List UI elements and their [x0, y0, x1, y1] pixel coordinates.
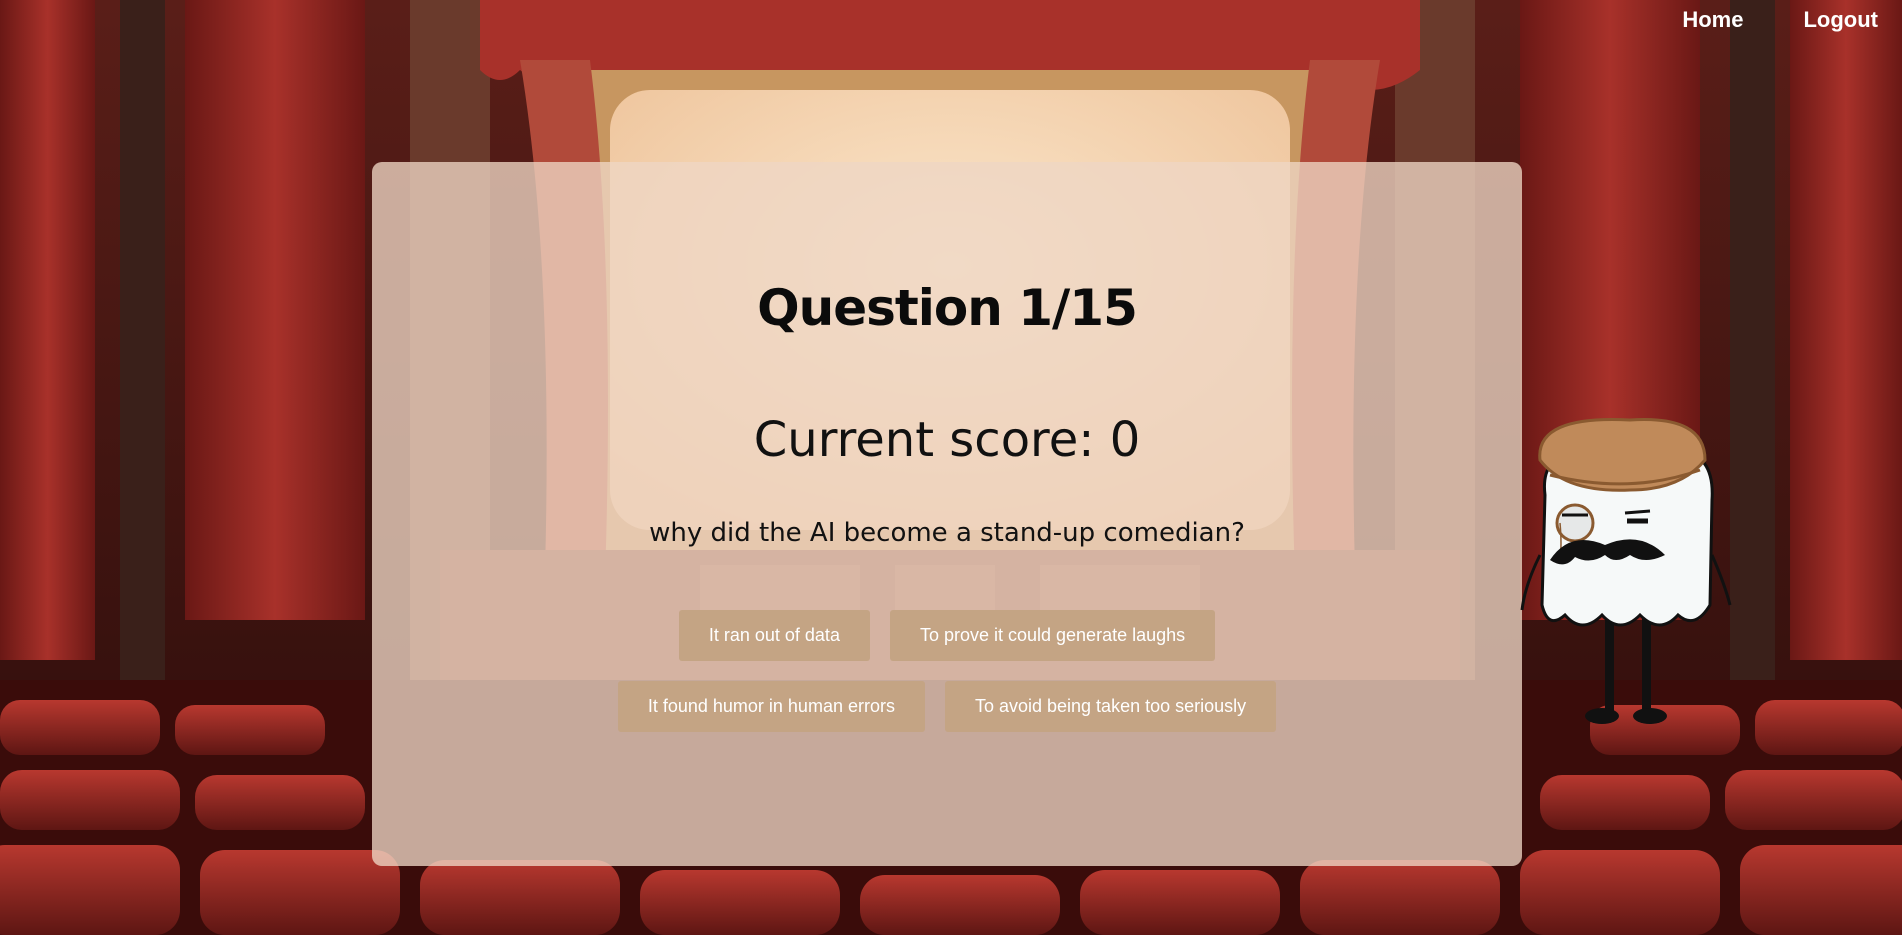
- answer-row: It found humor in human errors To avoid …: [372, 681, 1522, 732]
- top-nav: Home Logout: [1622, 0, 1902, 40]
- ghost-mascot-icon: [1520, 418, 1732, 724]
- question-counter: Question 1/15: [757, 279, 1138, 337]
- answer-options: It ran out of data To prove it could gen…: [372, 610, 1522, 752]
- home-link[interactable]: Home: [1682, 7, 1743, 33]
- answer-button-1[interactable]: It ran out of data: [678, 610, 870, 661]
- logout-link[interactable]: Logout: [1803, 7, 1878, 33]
- theater-background: Home Logout Question 1/15 Current score:…: [0, 0, 1902, 935]
- answer-button-2[interactable]: To prove it could generate laughs: [889, 610, 1216, 661]
- quiz-panel: Question 1/15 Current score: 0 why did t…: [372, 162, 1522, 866]
- answer-button-4[interactable]: To avoid being taken too seriously: [944, 681, 1277, 732]
- current-score: Current score: 0: [753, 412, 1141, 468]
- question-text: why did the AI become a stand-up comedia…: [649, 518, 1245, 548]
- answer-row: It ran out of data To prove it could gen…: [372, 610, 1522, 661]
- answer-button-3[interactable]: It found humor in human errors: [617, 681, 925, 732]
